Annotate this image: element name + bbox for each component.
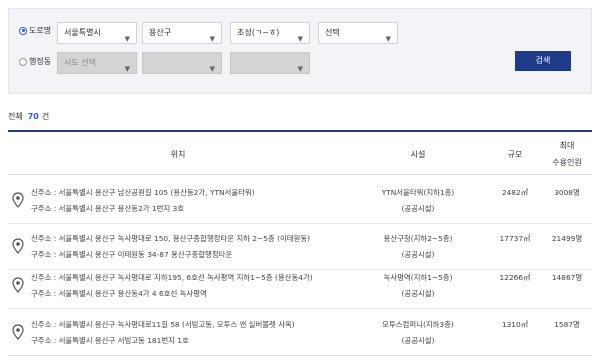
admin-city-select-value: 시도 선택 (64, 58, 96, 67)
radio-admin-dong[interactable]: 행정동 (19, 56, 51, 67)
facility-capacity: 3008명 (554, 188, 580, 197)
old-address: 구주소 : 서울특별시 용산구 용산동4가 4 6호선 녹사평역 (31, 289, 207, 298)
facility-scale: 1310㎡ (501, 320, 529, 329)
map-pin-icon[interactable] (12, 324, 24, 340)
search-panel: 도로명 행정동 서울특별시 ▼ 용산구 ▼ 초성(ㄱ~ㅎ) ▼ 선택 ▼ 시도 … (8, 8, 592, 94)
map-pin-icon[interactable] (12, 192, 24, 208)
header-scale: 규모 (507, 150, 523, 159)
old-address: 구주소 : 서울특별시 용산구 이태원동 34-87 용산구종합행정타운 (31, 250, 233, 259)
initial-select-value: 초성(ㄱ~ㅎ) (237, 28, 280, 37)
table-row[interactable]: 신주소 : 서울특별시 용산구 녹사평대로 지하195, 6호선 녹사평역 지하… (8, 263, 592, 309)
search-button[interactable]: 검색 (515, 51, 571, 71)
radio-admin-dong-dot[interactable] (19, 57, 27, 66)
result-count-suffix: 건 (41, 112, 50, 121)
result-count-prefix: 전체 (8, 112, 23, 121)
header-capacity-line1: 최대 (559, 141, 575, 150)
header-capacity-line2: 수용인원 (552, 158, 582, 167)
facility-type: (공공시설) (401, 250, 435, 259)
facility-name: 모투스컴퍼니(지하3층) (382, 320, 454, 329)
facility-type: (공공시설) (401, 289, 435, 298)
old-address: 구주소 : 서울특별시 용산구 용산동2가 1번지 3호 (31, 204, 185, 213)
facility-name: 용산구청(지하2~5층) (383, 234, 453, 243)
chevron-down-icon: ▼ (385, 35, 391, 43)
map-pin-icon[interactable] (12, 238, 24, 254)
table-row[interactable]: 신주소 : 서울특별시 용산구 녹사평대로11길 58 (서빙고동, 모투스 앤… (8, 310, 592, 356)
facility-capacity: 1587명 (554, 320, 580, 329)
radio-road-name-label: 도로명 (29, 26, 52, 35)
result-count-number: 70 (27, 112, 39, 121)
road-select-value: 선택 (325, 28, 340, 37)
new-address: 신주소 : 서울특별시 용산구 녹사평대로 지하195, 6호선 녹사평역 지하… (31, 273, 313, 282)
facility-name: YTN서울타워(지하1층) (381, 188, 455, 197)
facility-scale: 2482㎡ (501, 188, 529, 197)
new-address: 신주소 : 서울특별시 용산구 녹사평대로 150, 용산구종합행정타운 지하 … (31, 234, 311, 243)
road-select[interactable]: 선택 ▼ (318, 22, 398, 44)
admin-city-select[interactable]: 시도 선택 ▼ (57, 52, 137, 74)
radio-admin-dong-label: 행정동 (29, 57, 52, 66)
facility-scale: 12266㎡ (499, 273, 531, 282)
result-count: 전체 70 건 (8, 111, 49, 122)
new-address: 신주소 : 서울특별시 용산구 남산공원길 105 (용산동2가, YTN서울타… (31, 188, 255, 197)
admin-district-select[interactable]: ▼ (142, 52, 222, 74)
radio-road-name[interactable]: 도로명 (19, 25, 51, 36)
chevron-down-icon: ▼ (209, 35, 215, 43)
chevron-down-icon: ▼ (124, 35, 130, 43)
chevron-down-icon: ▼ (124, 65, 130, 73)
district-select-value: 용산구 (149, 28, 172, 37)
chevron-down-icon: ▼ (209, 65, 215, 73)
header-location: 위치 (170, 150, 186, 159)
facility-type: (공공시설) (401, 204, 435, 213)
header-facility: 시설 (410, 150, 426, 159)
facility-capacity: 21499명 (551, 234, 583, 243)
facility-name: 녹사평역(지하1~5층) (383, 273, 453, 282)
facility-capacity: 14867명 (551, 273, 583, 282)
chevron-down-icon: ▼ (297, 65, 303, 73)
facility-type: (공공시설) (401, 336, 435, 345)
old-address: 구주소 : 서울특별시 용산구 서빙고동 181번지 1호 (31, 336, 189, 345)
city-select-value: 서울특별시 (64, 28, 101, 37)
district-select[interactable]: 용산구 ▼ (142, 22, 222, 44)
admin-dong-select[interactable]: ▼ (230, 52, 310, 74)
chevron-down-icon: ▼ (297, 35, 303, 43)
city-select[interactable]: 서울특별시 ▼ (57, 22, 137, 44)
radio-road-name-dot[interactable] (19, 26, 27, 35)
initial-select[interactable]: 초성(ㄱ~ㅎ) ▼ (230, 22, 310, 44)
table-header: 위치 시설 규모 최대 수용인원 (8, 132, 592, 175)
new-address: 신주소 : 서울특별시 용산구 녹사평대로11길 58 (서빙고동, 모투스 앤… (31, 320, 295, 329)
table-row[interactable]: 신주소 : 서울특별시 용산구 남산공원길 105 (용산동2가, YTN서울타… (8, 178, 592, 224)
map-pin-icon[interactable] (12, 277, 24, 293)
facility-scale: 17737㎡ (499, 234, 531, 243)
